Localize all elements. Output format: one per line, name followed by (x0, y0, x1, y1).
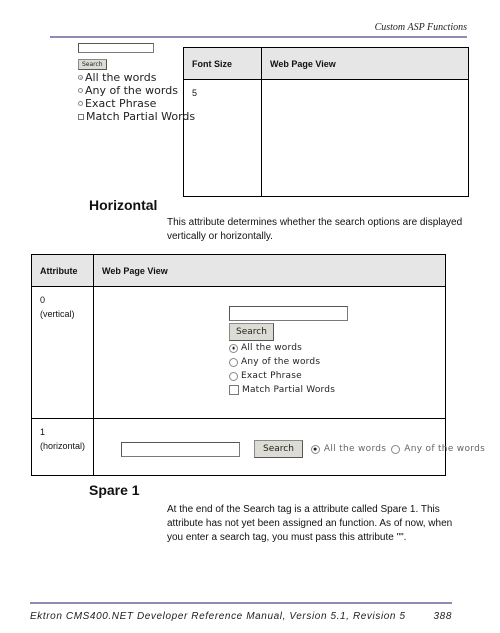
column-header-font-size: Font Size (183, 47, 262, 80)
font-size-value: 5 (183, 79, 262, 197)
attribute-note: (horizontal) (40, 441, 86, 451)
option-any-of-the-words[interactable]: Any of the words (78, 84, 195, 97)
radio-checked-icon[interactable] (310, 444, 320, 454)
search-input[interactable] (229, 306, 348, 321)
section-heading-spare-1: Spare 1 (89, 482, 140, 498)
font-size-table: Font Size Web Page View 5 (183, 47, 469, 197)
manual-title: Ektron CMS400.NET Developer Reference Ma… (30, 611, 406, 622)
option-all-the-words[interactable]: All the words (78, 71, 195, 84)
search-input[interactable] (78, 43, 154, 53)
search-widget-vertical: Search All the words Any of the words Ex… (229, 306, 348, 397)
checkbox-icon[interactable] (78, 113, 84, 120)
radio-checked-icon[interactable] (78, 75, 83, 80)
search-button[interactable]: Search (78, 59, 107, 70)
attribute-cell: 1 (horizontal) (30, 418, 95, 476)
column-header-web-page-view: Web Page View (93, 254, 446, 287)
attribute-value: 0 (40, 295, 46, 305)
option-all-the-words[interactable]: All the words (310, 444, 386, 454)
attribute-cell: 0 (vertical) (30, 286, 95, 419)
horizontal-description: This attribute determines whether the se… (167, 217, 463, 242)
table-header-row: Font Size Web Page View (183, 47, 469, 80)
attribute-note: (vertical) (40, 309, 75, 319)
option-exact-phrase[interactable]: Exact Phrase (229, 369, 348, 383)
radio-icon[interactable] (229, 357, 238, 367)
web-page-view-cell (261, 79, 469, 197)
option-any-of-the-words[interactable]: Any of the words (229, 355, 348, 369)
column-header-attribute: Attribute (30, 254, 95, 287)
table-header-row: Attribute Web Page View (30, 254, 446, 287)
spare-1-description: At the end of the Search tag is a attrib… (167, 504, 453, 543)
radio-icon[interactable] (78, 88, 83, 93)
running-header-title: Custom ASP Functions (374, 22, 467, 33)
table-row: 5 (183, 79, 469, 197)
footer-rule (30, 602, 452, 604)
search-button[interactable]: Search (229, 323, 274, 341)
search-input[interactable] (121, 441, 240, 457)
attribute-value: 1 (40, 427, 46, 437)
radio-checked-icon[interactable] (229, 343, 238, 353)
column-header-web-page-view: Web Page View (261, 47, 469, 80)
radio-icon[interactable] (229, 371, 238, 381)
section-heading-horizontal: Horizontal (89, 197, 158, 213)
header-rule (50, 36, 467, 38)
option-exact-phrase[interactable]: Exact Phrase (78, 97, 195, 110)
search-widget-font-size-5: Search All the words Any of the words Ex… (78, 43, 195, 123)
radio-icon[interactable] (78, 101, 83, 106)
checkbox-icon[interactable] (229, 385, 239, 395)
option-all-the-words[interactable]: All the words (229, 341, 348, 355)
footer: Ektron CMS400.NET Developer Reference Ma… (30, 611, 452, 622)
search-button[interactable]: Search (254, 440, 303, 458)
radio-icon[interactable] (391, 444, 401, 454)
page-number: 388 (433, 611, 452, 622)
option-any-of-the-words[interactable]: Any of the words (391, 444, 485, 454)
option-match-partial-words[interactable]: Match Partial Words (229, 383, 348, 397)
option-match-partial-words[interactable]: Match Partial Words (78, 110, 195, 123)
search-widget-horizontal: Search All the words Any of the words (121, 440, 485, 458)
